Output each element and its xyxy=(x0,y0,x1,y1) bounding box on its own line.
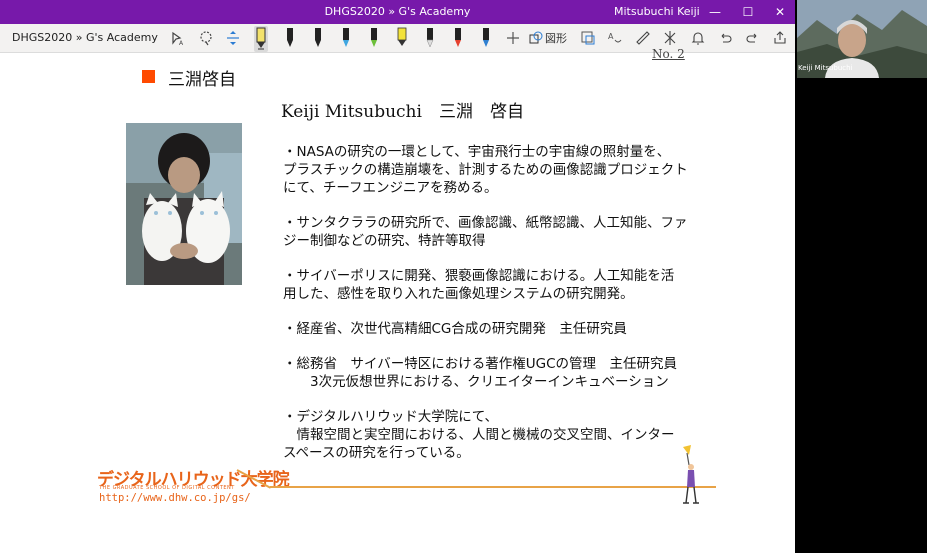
bio-line: 情報空間と実空間における、人間と機械の交叉空間、インター xyxy=(283,427,675,443)
lasso-icon[interactable] xyxy=(196,28,216,48)
webcam-participant-name: Keiji Mitsubuchi xyxy=(798,64,853,72)
maximize-button[interactable]: ☐ xyxy=(733,0,763,24)
heading-bullet xyxy=(142,70,155,83)
bio-item-santa-clara: ・サンタクララの研究所で、画像認識、紙幣認識、人工知能、ファ ジー制御などの研究… xyxy=(283,214,723,250)
pen-green-icon[interactable] xyxy=(367,26,381,52)
school-logo-subtitle: THE GRADUATE SCHOOL OF DIGITAL CONTENT xyxy=(99,485,235,491)
highlighter-yellow-icon[interactable] xyxy=(395,26,409,52)
bio-line: ・総務省 サイバー特区における著作権UGCの管理 主任研究員 xyxy=(283,356,677,372)
ruler-icon[interactable] xyxy=(633,28,653,48)
bio-line: ・デジタルハリウッド大学院にて、 xyxy=(283,409,499,425)
ink-to-text-icon[interactable]: A xyxy=(605,28,625,48)
pen-black-2-icon[interactable] xyxy=(311,26,325,52)
school-url: http://www.dhw.co.jp/gs/ xyxy=(99,492,251,504)
page-number: No. 2 xyxy=(652,47,685,61)
bio-item-dhw: ・デジタルハリウッド大学院にて、 情報空間と実空間における、人間と機械の交叉空間… xyxy=(283,408,723,462)
onenote-window: DHGS2020 » G's Academy Mitsubuchi Keiji … xyxy=(0,0,795,553)
torch-figure-illustration xyxy=(675,445,705,511)
bio-line: ・経産省、次世代高精細CG合成の研究開発 主任研究員 xyxy=(283,321,627,337)
bio-line: ・サイバーポリスに開発、猥褻画像認識における。人工知能を活 xyxy=(283,268,675,284)
lasso-select-icon[interactable]: A xyxy=(168,28,188,48)
ink-to-shape-icon[interactable] xyxy=(578,28,598,48)
pen-white-icon[interactable] xyxy=(423,26,437,52)
close-button[interactable]: ✕ xyxy=(765,0,795,24)
pen-highlighter-selected[interactable] xyxy=(254,26,268,52)
share-icon[interactable] xyxy=(770,28,790,48)
bio-line: ・NASAの研究の一環として、宇宙飛行士の宇宙線の照射量を、 xyxy=(283,144,671,160)
redo-icon[interactable] xyxy=(743,28,763,48)
pen-dark-blue-icon[interactable] xyxy=(479,26,493,52)
shapes-label: 図形 xyxy=(545,32,567,45)
shapes-icon xyxy=(529,31,543,44)
insert-space-icon[interactable] xyxy=(223,28,243,48)
bio-bullets: ・NASAの研究の一環として、宇宙飛行士の宇宙線の照射量を、 プラスチックの構造… xyxy=(283,143,723,462)
svg-text:A: A xyxy=(608,32,614,41)
bio-line: ・サンタクララの研究所で、画像認識、紙幣認識、人工知能、ファ xyxy=(283,215,688,231)
svg-text:A: A xyxy=(179,40,184,46)
profile-photo-with-cats xyxy=(126,123,242,285)
signed-in-user[interactable]: Mitsubuchi Keiji xyxy=(614,0,700,24)
footer-divider-line xyxy=(270,486,716,488)
speaker-name: Keiji Mitsubuchi 三淵 啓自 xyxy=(281,102,524,122)
title-bar: DHGS2020 » G's Academy Mitsubuchi Keiji … xyxy=(0,0,795,24)
bio-item-mic: ・総務省 サイバー特区における著作権UGCの管理 主任研究員 3次元仮想世界にお… xyxy=(283,355,723,391)
pen-blue-icon[interactable] xyxy=(339,26,353,52)
math-icon[interactable] xyxy=(660,28,680,48)
undo-icon[interactable] xyxy=(715,28,735,48)
bio-line: スペースの研究を行っている。 xyxy=(283,445,470,461)
bio-line: プラスチックの構造崩壊を、計測するための画像認識プロジェクト xyxy=(283,162,688,178)
slide-content: No. 2 三淵啓自 Keiji Mitsubuchi 三淵 啓自 ・NASAの… xyxy=(0,47,795,553)
pen-red-icon[interactable] xyxy=(451,26,465,52)
bio-line: 用した、感性を取り入れた画像処理システムの研究開発。 xyxy=(283,286,634,302)
notification-bell-icon[interactable] xyxy=(688,28,708,48)
bio-item-meti: ・経産省、次世代高精細CG合成の研究開発 主任研究員 xyxy=(283,320,723,338)
pen-black-icon[interactable] xyxy=(283,26,297,52)
add-pen-icon[interactable] xyxy=(503,28,523,48)
bio-line: ジー制御などの研究、特許等取得 xyxy=(283,233,486,249)
bio-item-cyberpolice: ・サイバーポリスに開発、猥褻画像認識における。人工知能を活 用した、感性を取り入… xyxy=(283,267,723,303)
bio-line: 3次元仮想世界における、クリエイターインキュベーション xyxy=(283,374,669,390)
bio-item-nasa: ・NASAの研究の一環として、宇宙飛行士の宇宙線の照射量を、 プラスチックの構造… xyxy=(283,143,723,197)
breadcrumb[interactable]: DHGS2020 » G's Academy xyxy=(12,24,158,52)
slide-heading: 三淵啓自 xyxy=(168,70,236,90)
shapes-button[interactable]: 図形 xyxy=(529,28,567,48)
minimize-button[interactable]: — xyxy=(700,0,730,24)
bio-line: にて、チーフエンジニアを務める。 xyxy=(283,180,498,196)
